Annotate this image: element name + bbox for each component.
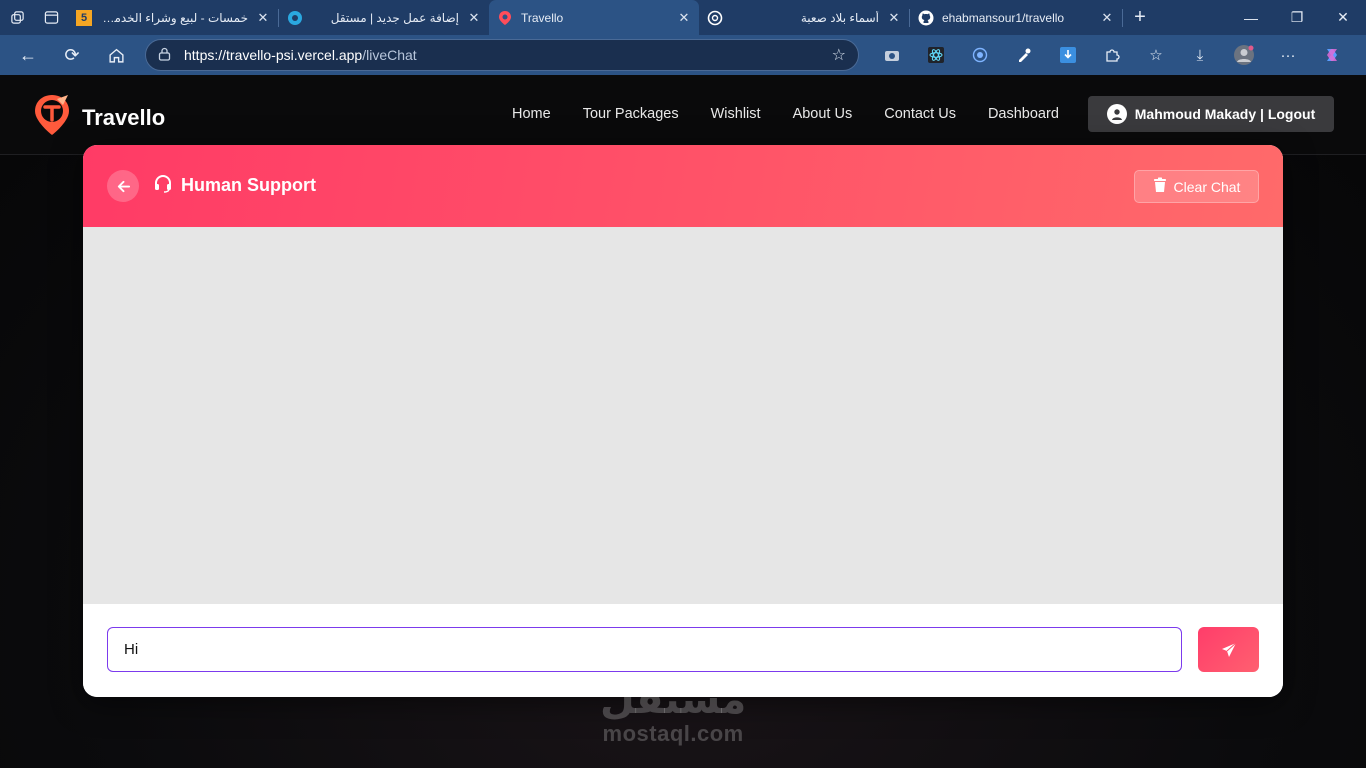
- openai-favicon-icon: [707, 10, 723, 26]
- puzzle-extensions-icon[interactable]: [1090, 35, 1134, 75]
- close-window-icon[interactable]: ✕: [1320, 0, 1366, 35]
- nav-about-us[interactable]: About Us: [777, 103, 869, 125]
- chat-title-text: Human Support: [181, 175, 316, 195]
- nav-home[interactable]: Home: [496, 103, 567, 125]
- trash-icon: [1153, 177, 1167, 196]
- workspaces-icon[interactable]: [0, 0, 34, 35]
- favorites-icon[interactable]: ☆: [1134, 35, 1178, 75]
- live-chat-panel: Human Support Clear Chat: [83, 145, 1283, 697]
- new-tab-button[interactable]: +: [1123, 6, 1157, 29]
- screenshot-camera-icon[interactable]: [870, 35, 914, 75]
- headset-icon: [153, 173, 173, 198]
- tab-title: إضافة عمل جديد | مستقل: [330, 10, 459, 25]
- back-button[interactable]: [107, 170, 139, 202]
- react-devtools-icon[interactable]: [914, 35, 958, 75]
- tab-title: ehabmansour1/travello: [942, 10, 1065, 25]
- mostaql-watermark: مستقل mostaql.com: [600, 679, 746, 747]
- chat-header: Human Support Clear Chat: [83, 145, 1283, 227]
- user-logout-button[interactable]: Mahmoud Makady | Logout: [1088, 96, 1334, 132]
- tab-actions-icon[interactable]: [34, 0, 68, 35]
- url-path: /liveChat: [362, 47, 417, 63]
- download-extension-icon[interactable]: [1046, 35, 1090, 75]
- restore-icon[interactable]: ❐: [1274, 0, 1320, 35]
- tab-title: خمسات - لبيع وشراء الخدمات: [100, 10, 248, 25]
- tab-title: Travello: [521, 10, 564, 25]
- close-tab-icon[interactable]: ✕: [467, 10, 481, 26]
- clear-chat-label: Clear Chat: [1173, 178, 1241, 195]
- browser-toolbar: ← ⟳ https://travello-psi.vercel.app/live…: [0, 35, 1366, 75]
- target-extension-icon[interactable]: [958, 35, 1002, 75]
- chat-title: Human Support: [153, 173, 316, 198]
- url-host: https://travello-psi.vercel.app: [184, 47, 363, 63]
- nav-wishlist[interactable]: Wishlist: [695, 103, 777, 125]
- page: Travello Home Tour Packages Wishlist Abo…: [0, 75, 1366, 768]
- nav-contact-us[interactable]: Contact Us: [868, 103, 972, 125]
- profile-avatar-icon[interactable]: [1222, 35, 1266, 75]
- tab-title: أسماء بلاد صعبة: [800, 10, 879, 25]
- tab-mostaql[interactable]: إضافة عمل جديد | مستقل ✕: [279, 0, 489, 35]
- close-tab-icon[interactable]: ✕: [1100, 10, 1114, 26]
- favorite-star-icon[interactable]: ☆: [832, 45, 846, 65]
- tab-github[interactable]: ehabmansour1/travello ✕: [910, 0, 1122, 35]
- travello-favicon-icon: [497, 10, 513, 26]
- clear-chat-button[interactable]: Clear Chat: [1134, 170, 1259, 203]
- nav-dashboard[interactable]: Dashboard: [972, 103, 1075, 125]
- close-tab-icon[interactable]: ✕: [256, 10, 270, 26]
- lock-icon[interactable]: [158, 47, 184, 64]
- more-menu-icon[interactable]: ···: [1266, 35, 1310, 75]
- mostaql-favicon-icon: [287, 10, 303, 26]
- user-logout-label: Mahmoud Makady | Logout: [1134, 106, 1316, 122]
- khamsat-favicon-icon: 5: [76, 9, 92, 26]
- messages-area[interactable]: [83, 227, 1283, 604]
- copilot-icon[interactable]: [1310, 35, 1354, 75]
- paper-plane-icon: [1221, 642, 1236, 657]
- home-icon[interactable]: [94, 35, 138, 75]
- travello-logo-icon: [32, 93, 72, 142]
- tab-khamsat[interactable]: 5 خمسات - لبيع وشراء الخدمات ✕: [68, 0, 278, 35]
- browser-tab-strip: 5 خمسات - لبيع وشراء الخدمات ✕ إضافة عمل…: [0, 0, 1366, 35]
- refresh-icon[interactable]: ⟳: [50, 35, 94, 75]
- window-controls: — ❐ ✕: [1228, 0, 1366, 35]
- main-menu: Home Tour Packages Wishlist About Us Con…: [496, 103, 1075, 125]
- brand-name: Travello: [82, 104, 166, 130]
- watermark-latin: mostaql.com: [602, 721, 744, 746]
- close-tab-icon[interactable]: ✕: [677, 10, 691, 26]
- watermark-arabic: مستقل: [600, 678, 747, 722]
- brand[interactable]: Travello: [32, 93, 165, 142]
- site-navbar: Travello Home Tour Packages Wishlist Abo…: [0, 75, 1366, 155]
- color-picker-icon[interactable]: [1002, 35, 1046, 75]
- downloads-icon[interactable]: ⤓: [1178, 35, 1222, 75]
- minimize-icon[interactable]: —: [1228, 0, 1274, 35]
- tab-hard-countries[interactable]: أسماء بلاد صعبة ✕: [699, 0, 909, 35]
- back-arrow-icon[interactable]: ←: [6, 35, 50, 75]
- close-tab-icon[interactable]: ✕: [887, 10, 901, 26]
- github-favicon-icon: [918, 10, 934, 26]
- address-bar[interactable]: https://travello-psi.vercel.app/liveChat…: [145, 39, 859, 71]
- tab-travello[interactable]: Travello ✕: [489, 0, 699, 35]
- message-input[interactable]: [107, 627, 1182, 672]
- user-avatar-icon: [1106, 104, 1127, 124]
- send-button[interactable]: [1198, 627, 1259, 672]
- extensions-row: ☆ ⤓ ···: [870, 35, 1354, 75]
- nav-tour-packages[interactable]: Tour Packages: [567, 103, 695, 125]
